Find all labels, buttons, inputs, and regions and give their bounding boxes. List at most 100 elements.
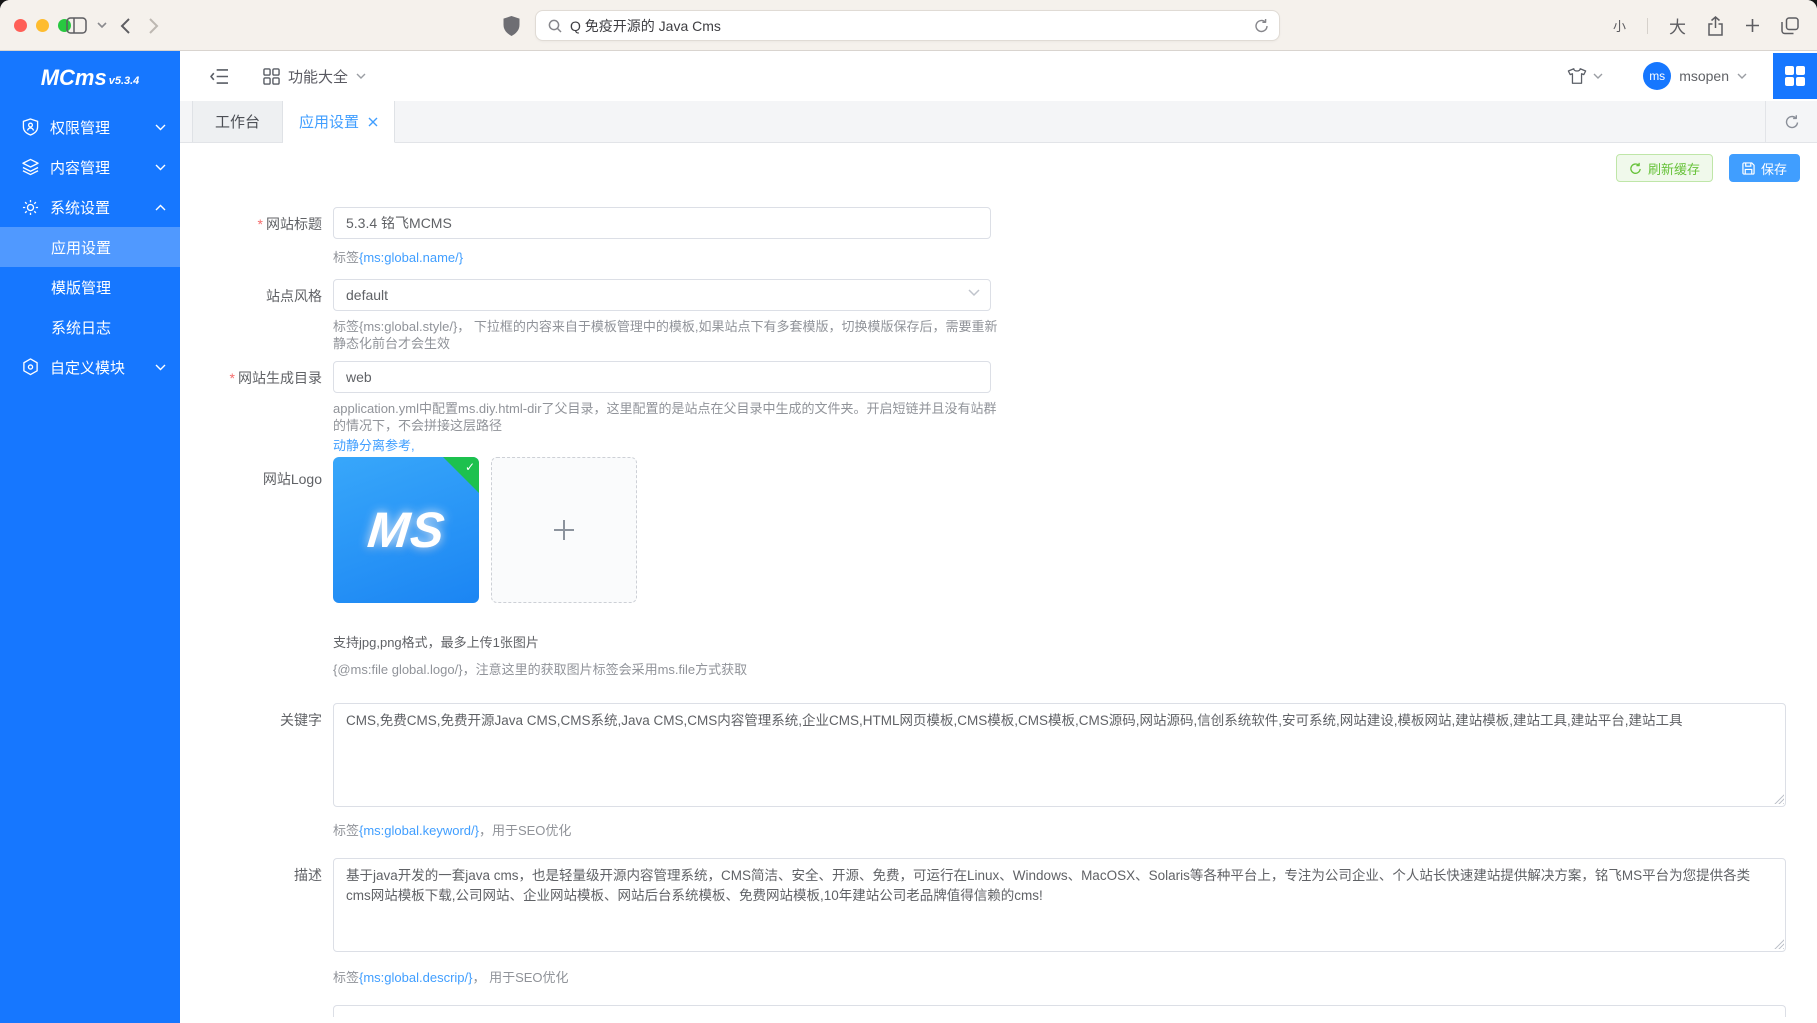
feature-menu[interactable]: 功能大全 [263,66,366,87]
resize-handle[interactable] [1774,939,1784,949]
text-larger-button[interactable]: 大 [1669,13,1686,38]
tab-overview-icon[interactable] [1781,17,1799,35]
next-field-partial-input[interactable] [333,1005,1786,1017]
sidebar-item-label: 权限管理 [50,117,155,138]
share-icon[interactable] [1707,16,1724,36]
close-tab-icon[interactable] [368,117,378,127]
app-logo-text: MCms [41,65,107,91]
privacy-shield-icon[interactable] [503,0,520,51]
tab-workbench[interactable]: 工作台 [192,101,283,142]
chevron-down-icon[interactable] [97,0,107,51]
uploaded-logo-image[interactable]: MS ✓ [333,457,479,603]
sidebar: MCms v5.3.4 权限管理 内容管理 [0,51,180,1023]
theme-skin-picker[interactable] [1567,67,1603,85]
site-style-help: 标签{ms:global.style/}， 下拉框的内容来自于模板管理中的模板,… [333,318,1005,352]
form-row-site-title: *网站标题 标签{ms:global.name/} [180,207,1817,266]
refresh-icon [1629,162,1642,175]
selected-option: default [346,287,388,303]
form-row-site-style: 站点风格 default 标签{ms:global.style/}， 下拉框的内… [180,279,1817,352]
description-textarea[interactable]: 基于java开发的一套java cms，也是轻量级开源内容管理系统，CMS简洁、… [333,858,1786,952]
sidebar-item-system-log[interactable]: 系统日志 [0,307,180,347]
save-button[interactable]: 保存 [1729,154,1800,182]
required-mark: * [258,216,263,232]
chevron-down-icon [1737,73,1747,79]
field-label: *网站生成目录 [180,361,322,454]
tab-bar: 工作台 应用设置 [180,101,1817,143]
keywords-textarea[interactable]: CMS,免费CMS,免费开源Java CMS,CMS系统,Java CMS,CM… [333,703,1786,807]
tab-label: 工作台 [215,111,260,132]
page-actions: 刷新缓存 保存 [180,143,1817,182]
new-tab-icon[interactable] [1745,18,1760,33]
save-label: 保存 [1761,159,1787,178]
keywords-tag-note: 标签{ms:global.keyword/}，用于SEO优化 [333,820,1817,839]
sidebar-item-label: 模版管理 [51,277,111,298]
chevron-down-icon [155,124,166,131]
sidebar-item-content[interactable]: 内容管理 [0,147,180,187]
check-icon: ✓ [465,460,475,474]
sidebar-item-app-settings[interactable]: 应用设置 [0,227,180,267]
feature-menu-label: 功能大全 [288,66,348,87]
close-window-button[interactable] [14,19,27,32]
gear-icon [22,199,39,216]
chevron-down-icon [155,164,166,171]
template-tag: {ms:global.name/} [359,250,463,265]
sidebar-toggle-icon[interactable] [66,0,87,51]
site-dir-input[interactable] [333,361,991,393]
required-mark: * [230,370,235,386]
sidebar-item-system[interactable]: 系统设置 [0,187,180,227]
description-tag-note: 标签{ms:global.descrip/}， 用于SEO优化 [333,967,1817,986]
window-controls [14,19,71,32]
address-bar[interactable]: Q 免疫开源的 Java Cms [535,10,1280,41]
save-icon [1742,162,1755,175]
sidebar-item-label: 系统日志 [51,317,111,338]
field-label: 站点风格 [180,279,322,352]
app-logo: MCms v5.3.4 [0,51,180,105]
form-row-site-logo: 网站Logo MS ✓ [180,457,1817,678]
app-settings-form: *网站标题 标签{ms:global.name/} 站点风格 [180,207,1817,1017]
username: msopen [1679,68,1729,84]
field-label: 网站Logo [180,457,322,678]
static-dynamic-reference-link[interactable]: 动静分离参考, [333,437,1005,454]
shield-user-icon [22,118,39,136]
back-button[interactable] [120,0,131,51]
chevron-down-icon [968,289,980,297]
tab-app-settings[interactable]: 应用设置 [283,101,395,143]
refresh-tab-icon[interactable] [1765,101,1817,142]
form-row-description: 描述 基于java开发的一套java cms，也是轻量级开源内容管理系统，CMS… [180,858,1817,986]
browser-window: Q 免疫开源的 Java Cms 小 大 [0,0,1817,1023]
chevron-up-icon [155,204,166,211]
logo-tag-note: {@ms:file global.logo/}，注意这里的获取图片标签会采用ms… [333,659,1817,678]
refresh-cache-button[interactable]: 刷新缓存 [1616,154,1713,182]
logo-format-help: 支持jpg,png格式，最多上传1张图片 [333,632,1817,651]
apps-grid-icon [1784,65,1806,87]
chevron-down-icon [1593,73,1603,79]
field-label: 关键字 [180,703,322,839]
user-menu[interactable]: ms msopen [1643,62,1747,90]
sidebar-item-custom-module[interactable]: 自定义模块 [0,347,180,387]
grid-icon [263,68,280,85]
upload-logo-button[interactable] [491,457,637,603]
sidebar-item-template-manage[interactable]: 模版管理 [0,267,180,307]
site-dir-help: application.yml中配置ms.diy.html-dir了父目录，这里… [333,400,1005,454]
form-row-partial [180,1005,1817,1017]
forward-button[interactable] [148,0,159,51]
template-tag: {ms:global.keyword/} [359,823,479,838]
sidebar-item-label: 自定义模块 [50,357,155,378]
site-title-input[interactable] [333,207,991,239]
resize-handle[interactable] [1774,794,1784,804]
collapse-menu-icon[interactable] [210,68,229,85]
sidebar-item-label: 内容管理 [50,157,155,178]
text-smaller-button[interactable]: 小 [1613,16,1626,35]
plus-icon [550,516,578,544]
browser-chrome: Q 免疫开源的 Java Cms 小 大 [0,0,1817,51]
apps-grid-button[interactable] [1773,53,1817,99]
sidebar-menu: 权限管理 内容管理 系统设置 [0,105,180,387]
reload-icon[interactable] [1254,18,1269,34]
avatar: ms [1643,62,1671,90]
sidebar-item-permissions[interactable]: 权限管理 [0,107,180,147]
site-style-select[interactable]: default [333,279,991,311]
field-label: 描述 [180,858,322,986]
app-version: v5.3.4 [109,75,140,87]
minimize-window-button[interactable] [36,19,49,32]
search-icon [548,19,562,33]
